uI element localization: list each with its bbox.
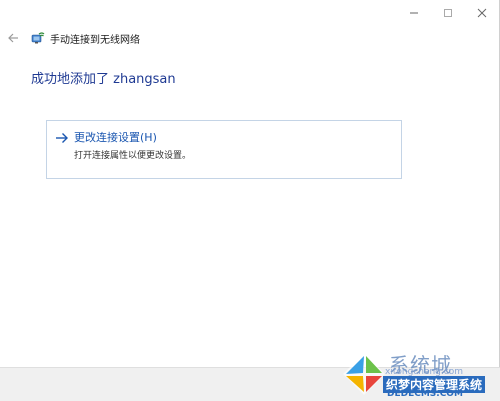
back-button[interactable] <box>2 27 24 49</box>
windows-logo-icon <box>343 353 385 395</box>
change-connection-settings-option[interactable]: 更改连接设置(H) 打开连接属性以便更改设置。 <box>46 120 402 179</box>
arrow-right-icon <box>56 133 68 143</box>
window-title: 手动连接到无线网络 <box>50 34 140 46</box>
minimize-icon <box>410 12 418 14</box>
watermark-domain: DEDECMS.COM <box>387 389 463 399</box>
option-label: 更改连接设置(H) <box>74 131 157 144</box>
maximize-icon <box>444 9 452 17</box>
window-controls <box>397 0 499 26</box>
wireless-network-icon <box>31 31 45 45</box>
back-arrow-icon <box>8 33 18 43</box>
watermark: 系统城 xitongcheng.com 织梦内容管理系统 DEDECMS.COM <box>341 349 491 399</box>
minimize-button[interactable] <box>397 0 431 26</box>
maximize-button[interactable] <box>431 0 465 26</box>
wizard-window: 手动连接到无线网络 成功地添加了 zhangsan 更改连接设置(H) 打开连接… <box>0 0 500 401</box>
wizard-header: 手动连接到无线网络 <box>0 27 140 49</box>
close-icon <box>477 8 487 18</box>
page-title: 成功地添加了 zhangsan <box>31 72 176 87</box>
close-button[interactable] <box>465 0 499 26</box>
option-description: 打开连接属性以便更改设置。 <box>74 151 192 161</box>
